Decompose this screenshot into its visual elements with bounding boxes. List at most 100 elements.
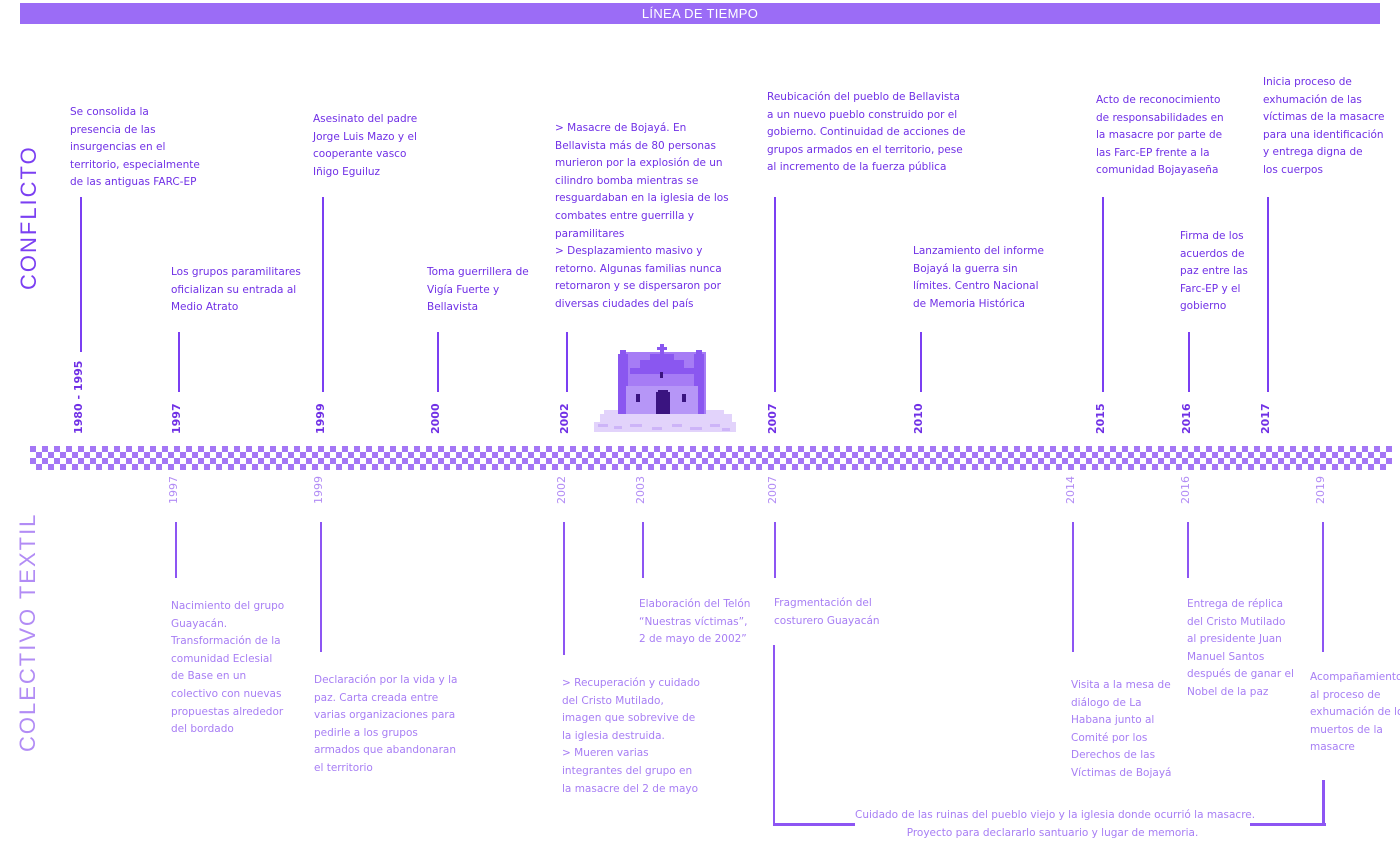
conflict-event-line: insurgencias en el xyxy=(70,141,166,154)
textil-event-text: Acompañamiento al proceso de exhumación de… xyxy=(1310,669,1400,757)
timeline-checker-cell xyxy=(1188,464,1194,470)
textil-event-line: Declaración por la vida y la xyxy=(314,674,458,686)
timeline-checker-cell xyxy=(834,458,840,464)
timeline-checker-cell xyxy=(384,464,390,470)
textil-event-line: colectivo con nuevas xyxy=(171,687,282,700)
timeline-checker-cell xyxy=(438,458,444,464)
timeline-checker-cell xyxy=(318,458,324,464)
timeline-checker-cell xyxy=(1386,446,1392,452)
conflict-event-text: Firma de los acuerdos de paz entre las Farc… xyxy=(1180,228,1248,316)
textil-event-year: 2019 xyxy=(1314,476,1327,504)
conflict-event-line: para una identificación xyxy=(1263,128,1384,141)
conflict-event-line: Vigía Fuerte y xyxy=(427,283,500,296)
timeline-checker-cell xyxy=(642,458,648,464)
conflict-event-line: > Masacre de Bojayá. En xyxy=(555,122,687,134)
timeline-checker-cell xyxy=(1110,458,1116,464)
conflict-event-text: Los grupos paramilitares oficializan su e… xyxy=(171,264,301,317)
timeline-checker-cell xyxy=(654,458,660,464)
timeline-checker-cell xyxy=(678,458,684,464)
timeline-checker-cell xyxy=(1146,458,1152,464)
timeline-checker-cell xyxy=(1374,446,1380,452)
timeline-checker-cell xyxy=(264,464,270,470)
timeline-checker-cell xyxy=(576,452,582,458)
timeline-checker-cell xyxy=(942,446,948,452)
timeline-checker-cell xyxy=(1344,452,1350,458)
timeline-checker-cell xyxy=(690,458,696,464)
timeline-checker-cell xyxy=(288,452,294,458)
timeline-checker-cell xyxy=(312,452,318,458)
timeline-checker-cell xyxy=(612,464,618,470)
conflict-event-line: Firma de los xyxy=(1180,230,1244,242)
timeline-checker-cell xyxy=(624,452,630,458)
conflict-event-text: Inicia proceso de exhumación de las víctim… xyxy=(1263,74,1384,180)
timeline-checker-cell xyxy=(1224,452,1230,458)
timeline-checker-cell xyxy=(348,464,354,470)
conflict-event-text: Toma guerrillera de Vigía Fuerte y Bellavi… xyxy=(427,264,529,317)
timeline-checker-cell xyxy=(564,452,570,458)
timeline-checker-cell xyxy=(1374,458,1380,464)
textil-event-line: la iglesia destruida. xyxy=(562,729,665,742)
timeline-checker-cell xyxy=(1002,446,1008,452)
textil-event-line: del bordado xyxy=(171,723,234,736)
timeline-checker-cell xyxy=(1260,464,1266,470)
timeline-checker-cell xyxy=(864,464,870,470)
timeline-checker-cell xyxy=(522,446,528,452)
timeline-checker-cell xyxy=(1314,458,1320,464)
conflict-event-year: 2017 xyxy=(1259,403,1272,434)
timeline-checker-cell xyxy=(1332,464,1338,470)
timeline-checker-cell xyxy=(456,452,462,458)
textil-event-connector xyxy=(1072,522,1074,652)
timeline-checker-cell xyxy=(168,452,174,458)
conflict-event-line: combates entre guerrilla y xyxy=(555,209,694,222)
conflict-event-line: Bojayá la guerra sin xyxy=(913,262,1018,275)
timeline-checker-cell xyxy=(300,464,306,470)
timeline-checker-cell xyxy=(834,446,840,452)
timeline-checker-cell xyxy=(570,446,576,452)
timeline-checker-cell xyxy=(1230,446,1236,452)
timeline-checker-cell xyxy=(132,464,138,470)
timeline-checker-cell xyxy=(918,446,924,452)
timeline-checker-cell xyxy=(180,464,186,470)
timeline-checker-cell xyxy=(1206,446,1212,452)
timeline-checker-cell xyxy=(444,464,450,470)
timeline-checker-cell xyxy=(102,446,108,452)
conflict-event-line: cilindro bomba mientras se xyxy=(555,174,699,187)
timeline-checker-cell xyxy=(792,464,798,470)
timeline-checker-cell xyxy=(252,464,258,470)
timeline-checker-cell xyxy=(144,452,150,458)
timeline-checker-cell xyxy=(822,458,828,464)
timeline-checker-cell xyxy=(750,446,756,452)
timeline-checker-cell xyxy=(240,452,246,458)
timeline-checker-cell xyxy=(366,458,372,464)
timeline-checker-pattern xyxy=(30,446,1392,470)
timeline-checker-cell xyxy=(1050,446,1056,452)
timeline-checker-cell xyxy=(504,464,510,470)
timeline-checker-cell xyxy=(216,464,222,470)
textil-event-line: Derechos de las xyxy=(1071,749,1156,762)
timeline-checker-cell xyxy=(1380,452,1386,458)
timeline-checker-cell xyxy=(282,458,288,464)
conflict-event-year: 2007 xyxy=(766,403,779,434)
timeline-checker-cell xyxy=(960,452,966,458)
timeline-checker-cell xyxy=(480,464,486,470)
timeline-checker-cell xyxy=(1008,464,1014,470)
timeline-checker-cell xyxy=(1056,452,1062,458)
conflict-event-line: de Memoria Histórica xyxy=(913,297,1025,310)
timeline-checker-cell xyxy=(924,464,930,470)
textil-event-line: > Recuperación y cuidado xyxy=(562,677,700,689)
bracket-left xyxy=(773,645,775,826)
timeline-checker-cell xyxy=(588,452,594,458)
textil-event-connector xyxy=(774,522,776,578)
timeline-checker-cell xyxy=(1026,446,1032,452)
timeline-checker-cell xyxy=(1140,452,1146,458)
timeline-checker-cell xyxy=(1134,458,1140,464)
timeline-checker-cell xyxy=(1302,446,1308,452)
timeline-checker-cell xyxy=(144,464,150,470)
textil-event-text: Fragmentación del costurero Guayacán xyxy=(774,595,880,630)
timeline-checker-cell xyxy=(372,464,378,470)
timeline-checker-cell xyxy=(570,458,576,464)
timeline-checker-cell xyxy=(792,452,798,458)
timeline-checker-cell xyxy=(210,446,216,452)
textil-event-line: Guayacán. xyxy=(171,617,228,630)
timeline-checker-cell xyxy=(948,452,954,458)
